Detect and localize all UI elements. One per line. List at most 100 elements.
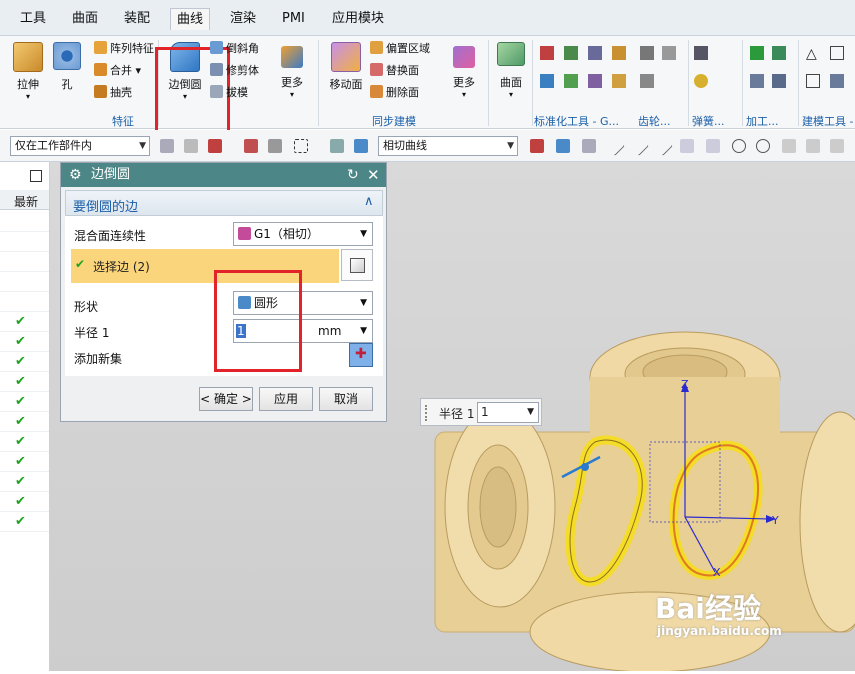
navigator-row[interactable]: [0, 292, 49, 312]
surface-button[interactable]: 曲面 ▾: [494, 42, 528, 99]
curve-rule-select[interactable]: 相切曲线 ▼: [378, 136, 518, 156]
navigator-row[interactable]: [0, 212, 49, 232]
select-icon[interactable]: [330, 139, 344, 153]
gear-icon[interactable]: [640, 74, 654, 88]
draft-button[interactable]: 拔模: [210, 84, 248, 102]
navigator-row[interactable]: ✔: [0, 472, 49, 492]
navigator-row[interactable]: ✔: [0, 372, 49, 392]
menu-render[interactable]: 渲染: [224, 8, 262, 30]
navigator-row[interactable]: [0, 232, 49, 252]
select-edge-button[interactable]: [341, 249, 373, 281]
navigator-row[interactable]: ✔: [0, 352, 49, 372]
menu-assembly[interactable]: 装配: [118, 8, 156, 30]
line-icon[interactable]: [806, 139, 820, 153]
arrow-icon[interactable]: [556, 139, 570, 153]
collapse-icon[interactable]: ∧: [364, 194, 374, 209]
drag-handle-point[interactable]: [581, 463, 589, 471]
square-icon[interactable]: [830, 46, 844, 60]
triangle-icon[interactable]: △: [806, 46, 817, 62]
tool-icon[interactable]: [540, 46, 554, 60]
snap-icon[interactable]: [244, 139, 258, 153]
move-face-button[interactable]: 移动面: [326, 42, 366, 92]
divider: [742, 40, 743, 126]
check-icon: ✔: [15, 314, 26, 329]
ok-button[interactable]: < 确定 >: [199, 387, 253, 411]
spring-icon[interactable]: [694, 74, 708, 88]
tool-icon[interactable]: [830, 74, 844, 88]
close-icon[interactable]: ✕: [367, 163, 380, 187]
select-icon[interactable]: [354, 139, 368, 153]
scope-filter-select[interactable]: 仅在工作部件内 ▼: [10, 136, 150, 156]
tool-icon[interactable]: [564, 46, 578, 60]
navigator-row[interactable]: [0, 252, 49, 272]
tool-icon[interactable]: [772, 46, 786, 60]
navigator-row[interactable]: ✔: [0, 432, 49, 452]
cancel-button[interactable]: 取消: [319, 387, 373, 411]
tool-icon[interactable]: [564, 74, 578, 88]
snap-icon[interactable]: [208, 139, 222, 153]
plus-icon[interactable]: [782, 139, 796, 153]
latest-column-header[interactable]: 最新: [14, 193, 38, 210]
tool-icon[interactable]: [588, 74, 602, 88]
extrude-button[interactable]: 拉伸 ▾: [8, 42, 48, 101]
navigator-row[interactable]: ✔: [0, 332, 49, 352]
more-button-1[interactable]: 更多 ▾: [276, 46, 308, 99]
menu-application[interactable]: 应用模块: [326, 8, 390, 30]
replace-face-button[interactable]: 替换面: [370, 62, 419, 80]
menu-curve[interactable]: 曲线: [170, 8, 211, 30]
navigator-row[interactable]: [0, 272, 49, 292]
navigator-row[interactable]: ✔: [0, 492, 49, 512]
navigator-row[interactable]: ✔: [0, 312, 49, 332]
menu-tools[interactable]: 工具: [14, 8, 52, 30]
circle-icon[interactable]: [732, 139, 746, 153]
rectangle-select-icon[interactable]: [294, 139, 308, 153]
hole-button[interactable]: 孔: [50, 42, 84, 92]
grip-icon[interactable]: [425, 405, 429, 421]
gear-icon[interactable]: [662, 46, 676, 60]
section-header[interactable]: 要倒圆的边 ∧: [65, 190, 383, 216]
filter-icon[interactable]: [160, 139, 174, 153]
tool-icon[interactable]: [588, 46, 602, 60]
tool-icon[interactable]: [750, 74, 764, 88]
navigator-row[interactable]: ✔: [0, 512, 49, 532]
check-icon: ✔: [15, 414, 26, 429]
unite-button[interactable]: 合并 ▾: [94, 62, 141, 80]
circle-icon[interactable]: [756, 139, 770, 153]
reset-icon[interactable]: ↻: [347, 163, 359, 187]
tool-icon[interactable]: [612, 46, 626, 60]
unite-icon: [94, 63, 107, 76]
check-tool-icon[interactable]: [750, 46, 764, 60]
curve-select-icon[interactable]: [530, 139, 544, 153]
delete-face-button[interactable]: 删除面: [370, 84, 419, 102]
apply-button[interactable]: 应用: [259, 387, 313, 411]
filter-icon[interactable]: [184, 139, 198, 153]
more-icon: [281, 46, 303, 68]
spring-icon[interactable]: [694, 46, 708, 60]
snap-icon[interactable]: [268, 139, 282, 153]
chamfer-button[interactable]: 倒斜角: [210, 40, 259, 58]
floating-radius-input[interactable]: 1 ▼: [477, 402, 539, 423]
offset-region-button[interactable]: 偏置区域: [370, 40, 430, 58]
gear-icon[interactable]: [640, 46, 654, 60]
tool-icon[interactable]: [806, 74, 820, 88]
navigator-row[interactable]: ✔: [0, 452, 49, 472]
tool-icon[interactable]: [772, 74, 786, 88]
more-button-2[interactable]: 更多 ▾: [448, 46, 480, 99]
snap-point-icon[interactable]: [582, 139, 596, 153]
line-icon[interactable]: [830, 139, 844, 153]
maximize-icon[interactable]: [30, 170, 42, 182]
menu-pmi[interactable]: PMI: [276, 8, 311, 30]
navigator-row[interactable]: ✔: [0, 392, 49, 412]
continuity-select[interactable]: G1（相切） ▼: [233, 222, 373, 246]
add-new-set-button[interactable]: ✚: [349, 343, 373, 367]
tool-icon[interactable]: [612, 74, 626, 88]
curve-icon[interactable]: [680, 139, 694, 153]
menu-surface[interactable]: 曲面: [66, 8, 104, 30]
snap-icon[interactable]: [706, 139, 720, 153]
tool-icon[interactable]: [540, 74, 554, 88]
section-title: 要倒圆的边: [73, 200, 139, 215]
pattern-feature-button[interactable]: 阵列特征: [94, 40, 154, 58]
trim-body-button[interactable]: 修剪体: [210, 62, 259, 80]
shell-button[interactable]: 抽壳: [94, 84, 132, 102]
navigator-row[interactable]: ✔: [0, 412, 49, 432]
